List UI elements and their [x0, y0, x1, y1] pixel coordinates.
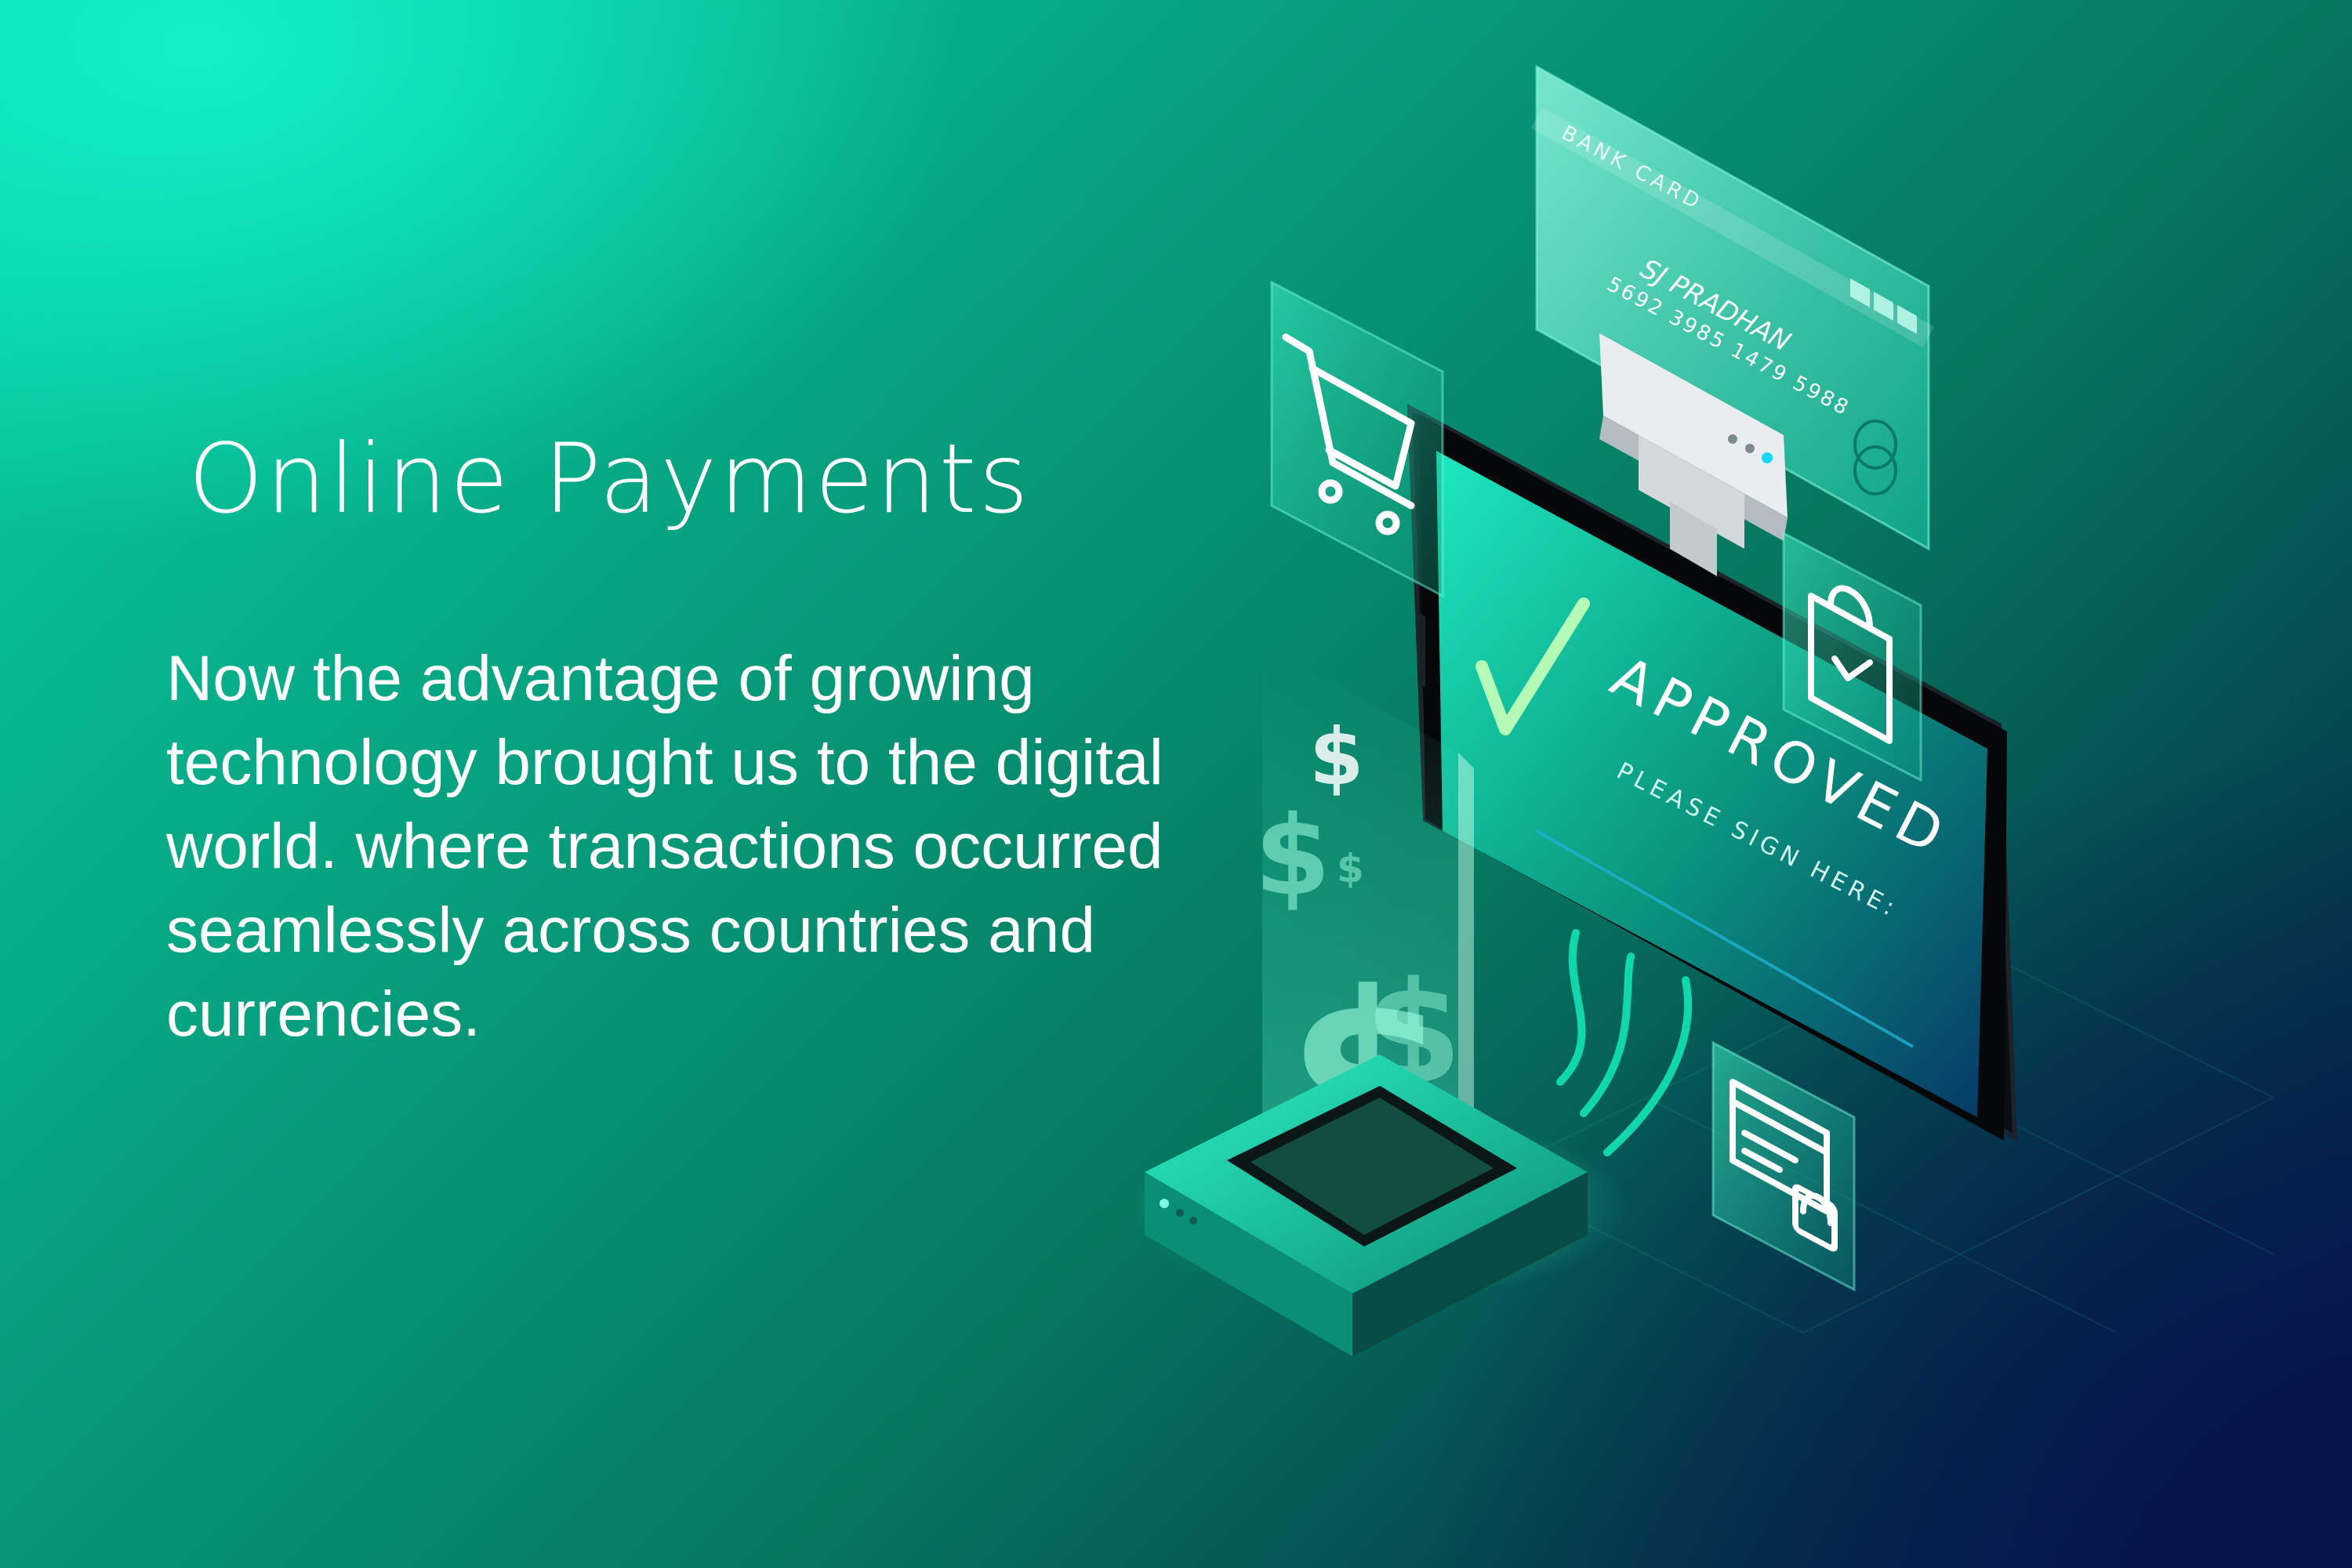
dollar-symbol-1: $: [1254, 793, 1330, 920]
page-title: Online Payments: [188, 423, 1031, 535]
hero-description: Now the advantage of growing technology …: [166, 643, 1163, 1050]
payment-illustration: APPROVED PLEASE SIGN HERE: BANK CARD SJ …: [1129, 64, 2276, 1356]
dollar-symbol-3: $: [1337, 846, 1364, 891]
cart-panel: [1270, 280, 1444, 598]
secure-card-panel: [1711, 1040, 1856, 1292]
dollar-symbol-2: $: [1309, 711, 1364, 803]
cables: [1556, 929, 1693, 1156]
pedestal-base: [1129, 1054, 1631, 1356]
